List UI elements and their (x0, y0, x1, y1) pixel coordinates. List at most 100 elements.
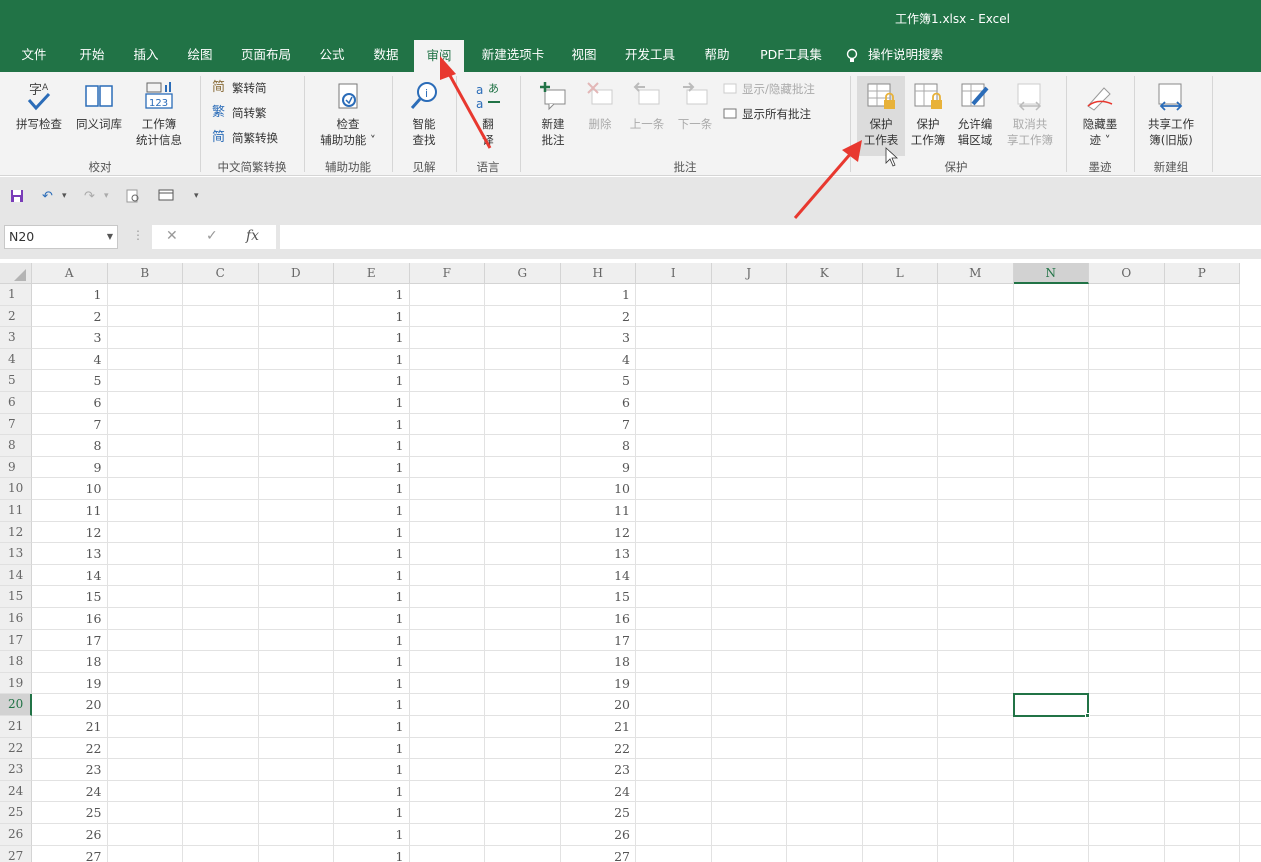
previous-comment-button[interactable]: 上一条 (624, 80, 670, 132)
cell-e27[interactable]: 1 (334, 846, 410, 862)
cell-h9[interactable]: 9 (561, 457, 637, 479)
delete-comment-button[interactable]: 删除 (580, 80, 620, 132)
next-comment-button[interactable]: 下一条 (672, 80, 718, 132)
column-header-o[interactable]: O (1089, 263, 1165, 284)
tab-review[interactable]: 审阅 (414, 40, 464, 72)
row-header[interactable]: 14 (0, 564, 32, 587)
tab-page-layout[interactable]: 页面布局 (232, 38, 300, 72)
cell-h3[interactable]: 3 (561, 327, 637, 349)
column-header-d[interactable]: D (258, 263, 334, 284)
row-header[interactable]: 18 (0, 651, 32, 673)
smart-lookup-button[interactable]: i 智能 查找 (398, 80, 450, 148)
column-header-n[interactable]: N (1013, 263, 1089, 284)
cell-e4[interactable]: 1 (334, 349, 410, 371)
column-header-f[interactable]: F (409, 263, 485, 284)
fill-handle[interactable] (1085, 713, 1090, 718)
column-header-i[interactable]: I (636, 263, 712, 284)
cell-a8[interactable]: 8 (32, 435, 108, 457)
row-header[interactable]: 22 (0, 737, 32, 760)
column-header-a[interactable]: A (32, 263, 108, 284)
cell-h11[interactable]: 11 (561, 500, 637, 522)
row-header[interactable]: 19 (0, 672, 32, 695)
share-workbook-legacy-button[interactable]: 共享工作 簿(旧版) (1138, 80, 1204, 148)
cell-a5[interactable]: 5 (32, 370, 108, 392)
cell-e19[interactable]: 1 (334, 673, 410, 695)
cell-e25[interactable]: 1 (334, 802, 410, 824)
row-header[interactable]: 27 (0, 845, 32, 862)
protect-workbook-button[interactable]: 保护 工作簿 (906, 80, 950, 148)
cell-e12[interactable]: 1 (334, 522, 410, 544)
cell-h17[interactable]: 17 (561, 630, 637, 652)
column-header-p[interactable]: P (1164, 263, 1240, 284)
cell-h15[interactable]: 15 (561, 586, 637, 608)
worksheet-grid[interactable]: ABCDEFGHIJKLMNOP111122123313441455156616… (0, 263, 1261, 862)
row-header[interactable]: 23 (0, 759, 32, 781)
formula-input[interactable] (280, 225, 1261, 249)
unshare-workbook-button[interactable]: 取消共 享工作簿 (1002, 80, 1058, 148)
cell-h5[interactable]: 5 (561, 370, 637, 392)
column-header-c[interactable]: C (183, 263, 259, 284)
row-header[interactable]: 24 (0, 780, 32, 803)
cell-a12[interactable]: 12 (32, 522, 108, 544)
cell-a17[interactable]: 17 (32, 630, 108, 652)
cell-h26[interactable]: 26 (561, 824, 637, 846)
cell-a9[interactable]: 9 (32, 457, 108, 479)
cell-e26[interactable]: 1 (334, 824, 410, 846)
name-box[interactable]: N20 ▼ (4, 225, 118, 249)
cell-a1[interactable]: 1 (32, 284, 108, 306)
undo-icon[interactable]: ↶ (42, 189, 53, 207)
translate-button[interactable]: aあa 翻 译 (462, 80, 514, 148)
redo-dropdown-icon[interactable]: ▾ (104, 191, 109, 209)
print-preview-icon[interactable] (126, 189, 140, 207)
form-icon[interactable] (158, 189, 174, 207)
cell-a16[interactable]: 16 (32, 608, 108, 630)
chinese-conversion-button[interactable]: 简 简繁转换 (212, 130, 278, 146)
cell-h24[interactable]: 24 (561, 781, 637, 803)
row-header[interactable]: 21 (0, 716, 32, 738)
formula-bar-splitter-icon[interactable]: ⋮ (132, 228, 144, 242)
tab-view[interactable]: 视图 (560, 38, 608, 72)
cell-h21[interactable]: 21 (561, 716, 637, 738)
row-header[interactable]: 2 (0, 305, 32, 328)
cell-a25[interactable]: 25 (32, 802, 108, 824)
cell-h7[interactable]: 7 (561, 414, 637, 436)
row-header[interactable]: 15 (0, 586, 32, 608)
spelling-button[interactable]: 字A 拼写检查 (8, 80, 70, 132)
cell-e10[interactable]: 1 (334, 478, 410, 500)
cell-e6[interactable]: 1 (334, 392, 410, 414)
cell-a22[interactable]: 22 (32, 738, 108, 760)
cell-e20[interactable]: 1 (334, 694, 410, 716)
show-all-comments-button[interactable]: 显示所有批注 (722, 106, 811, 122)
cell-e24[interactable]: 1 (334, 781, 410, 803)
cell-a11[interactable]: 11 (32, 500, 108, 522)
cell-e16[interactable]: 1 (334, 608, 410, 630)
workbook-statistics-button[interactable]: 123 工作簿 统计信息 (130, 80, 188, 148)
tab-home[interactable]: 开始 (68, 38, 116, 72)
tab-formulas[interactable]: 公式 (308, 38, 356, 72)
select-all-button[interactable] (0, 263, 32, 284)
cell-a14[interactable]: 14 (32, 565, 108, 587)
row-header[interactable]: 6 (0, 392, 32, 414)
cell-e15[interactable]: 1 (334, 586, 410, 608)
cell-a20[interactable]: 20 (32, 694, 108, 716)
save-icon[interactable] (10, 189, 24, 207)
cell-h10[interactable]: 10 (561, 478, 637, 500)
name-box-dropdown-icon[interactable]: ▼ (107, 226, 113, 248)
cell-a21[interactable]: 21 (32, 716, 108, 738)
cell-a7[interactable]: 7 (32, 414, 108, 436)
cell-h12[interactable]: 12 (561, 522, 637, 544)
cell-h22[interactable]: 22 (561, 738, 637, 760)
cell-a13[interactable]: 13 (32, 543, 108, 565)
cell-a2[interactable]: 2 (32, 306, 108, 328)
column-header-m[interactable]: M (938, 263, 1014, 284)
cell-e2[interactable]: 1 (334, 306, 410, 328)
cell-e18[interactable]: 1 (334, 651, 410, 673)
tab-file[interactable]: 文件 (8, 38, 60, 72)
cell-a19[interactable]: 19 (32, 673, 108, 695)
cell-h1[interactable]: 1 (561, 284, 637, 306)
tab-data[interactable]: 数据 (362, 38, 410, 72)
column-header-k[interactable]: K (787, 263, 863, 284)
cell-h8[interactable]: 8 (561, 435, 637, 457)
row-header[interactable]: 3 (0, 327, 32, 349)
cell-a26[interactable]: 26 (32, 824, 108, 846)
